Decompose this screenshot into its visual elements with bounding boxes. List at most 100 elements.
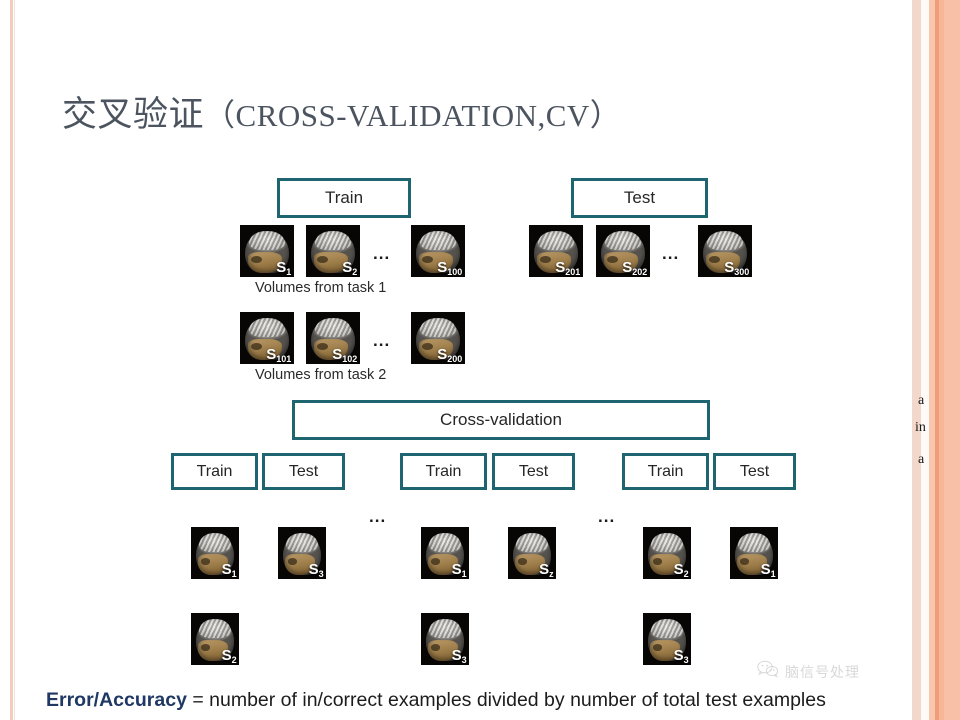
eye-socket-icon xyxy=(200,644,211,651)
left-edge-rule xyxy=(10,0,13,720)
fold-2-test-label: Test xyxy=(518,462,549,480)
brain-tile: S200 xyxy=(411,312,465,364)
eye-socket-icon xyxy=(430,558,441,565)
brain-tile: S201 xyxy=(529,225,583,277)
brain-tile: S1 xyxy=(240,225,294,277)
fold-3-train-label: Train xyxy=(647,462,684,480)
cross-validation-box-label: Cross-validation xyxy=(440,410,562,429)
footer-formula: Error/Accuracy = number of in/correct ex… xyxy=(46,689,826,712)
brain-shape xyxy=(285,533,319,552)
brain-label: S201 xyxy=(555,258,581,277)
brain-label: S2 xyxy=(342,258,358,277)
brain-shape xyxy=(198,533,232,552)
brain-tile: S100 xyxy=(411,225,465,277)
fold-1-test-box[interactable]: Test xyxy=(262,453,345,490)
brain-shape xyxy=(737,533,771,552)
brain-shape xyxy=(537,231,575,250)
fold-1-test-label: Test xyxy=(288,462,319,480)
fold-3-test-box[interactable]: Test xyxy=(713,453,796,490)
fold-3-train-box[interactable]: Train xyxy=(622,453,709,490)
brain-shape xyxy=(650,619,684,638)
eye-socket-icon xyxy=(652,558,663,565)
brain-tile: S2 xyxy=(643,527,691,579)
brain-label: S200 xyxy=(437,345,463,364)
brain-tile: S3 xyxy=(278,527,326,579)
brain-label: S1 xyxy=(221,560,237,579)
task1-caption: Volumes from task 1 xyxy=(255,280,387,296)
brain-tile: S3 xyxy=(421,613,469,665)
task2-caption: Volumes from task 2 xyxy=(255,367,387,383)
brain-label: S101 xyxy=(266,345,292,364)
watermark: 脑信号处理 xyxy=(757,660,860,683)
brain-shape xyxy=(515,533,549,552)
right-margin-line-3: a xyxy=(918,452,925,467)
brain-label: S2 xyxy=(221,646,237,665)
brain-label: S1 xyxy=(451,560,467,579)
brain-label: S102 xyxy=(332,345,358,364)
train-box-top[interactable]: Train xyxy=(277,178,411,218)
fold-2-train-box[interactable]: Train xyxy=(400,453,487,490)
brain-label: S202 xyxy=(622,258,648,277)
right-margin-line-2: in xyxy=(915,420,926,435)
brain-shape xyxy=(419,231,457,250)
cross-validation-box[interactable]: Cross-validation xyxy=(292,400,710,440)
brain-label: S100 xyxy=(437,258,463,277)
eye-socket-icon xyxy=(708,256,720,263)
brain-label: S300 xyxy=(724,258,750,277)
fold-3-test-label: Test xyxy=(739,462,770,480)
left-edge-rule-thin xyxy=(14,0,15,720)
fold-1-train-box[interactable]: Train xyxy=(171,453,258,490)
eye-socket-icon xyxy=(606,256,618,263)
brain-tile: Sz xyxy=(508,527,556,579)
wechat-icon xyxy=(757,660,779,683)
eye-socket-icon xyxy=(421,256,433,263)
test-box-top-label: Test xyxy=(623,188,656,207)
page-title-en: （CROSS-VALIDATION,CV） xyxy=(204,98,622,133)
brain-label: S1 xyxy=(760,560,776,579)
brain-label: S3 xyxy=(308,560,324,579)
page-title: 交叉验证（CROSS-VALIDATION,CV） xyxy=(62,94,621,137)
watermark-text: 脑信号处理 xyxy=(785,663,860,680)
slide-canvas: 交叉验证（CROSS-VALIDATION,CV） Train Test S1 … xyxy=(0,0,960,720)
right-margin-line-1: a xyxy=(918,393,925,408)
brain-label: S3 xyxy=(673,646,689,665)
ellipsis-test: ... xyxy=(662,244,680,263)
brain-shape xyxy=(314,318,352,337)
brain-shape xyxy=(706,231,744,250)
brain-tile: S2 xyxy=(306,225,360,277)
brain-tile: S2 xyxy=(191,613,239,665)
brain-tile: S1 xyxy=(191,527,239,579)
brain-tile: S1 xyxy=(421,527,469,579)
brain-shape xyxy=(428,533,462,552)
brain-shape xyxy=(248,231,286,250)
brain-tile: S300 xyxy=(698,225,752,277)
brain-tile: S1 xyxy=(730,527,778,579)
right-bar-6 xyxy=(944,0,960,720)
eye-socket-icon xyxy=(287,558,298,565)
ellipsis-task2: ... xyxy=(373,331,391,350)
eye-socket-icon xyxy=(517,558,528,565)
brain-tile: S202 xyxy=(596,225,650,277)
fold-2-test-box[interactable]: Test xyxy=(492,453,575,490)
eye-socket-icon xyxy=(316,256,328,263)
ellipsis-train-task1: ... xyxy=(373,244,391,263)
train-box-top-label: Train xyxy=(324,188,364,207)
brain-shape xyxy=(428,619,462,638)
brain-label: S2 xyxy=(673,560,689,579)
brain-tile: S101 xyxy=(240,312,294,364)
eye-socket-icon xyxy=(539,256,551,263)
test-box-top[interactable]: Test xyxy=(571,178,708,218)
page-title-cn: 交叉验证 xyxy=(62,95,205,134)
fold-1-train-label: Train xyxy=(196,462,233,480)
brain-shape xyxy=(419,318,457,337)
brain-label: S3 xyxy=(451,646,467,665)
eye-socket-icon xyxy=(250,256,262,263)
eye-socket-icon xyxy=(421,343,433,350)
right-bar-1 xyxy=(912,0,921,720)
brain-shape xyxy=(248,318,286,337)
brain-tile: S102 xyxy=(306,312,360,364)
brain-label: S1 xyxy=(276,258,292,277)
fold-2-train-label: Train xyxy=(425,462,462,480)
eye-socket-icon xyxy=(430,644,441,651)
brain-tile: S3 xyxy=(643,613,691,665)
